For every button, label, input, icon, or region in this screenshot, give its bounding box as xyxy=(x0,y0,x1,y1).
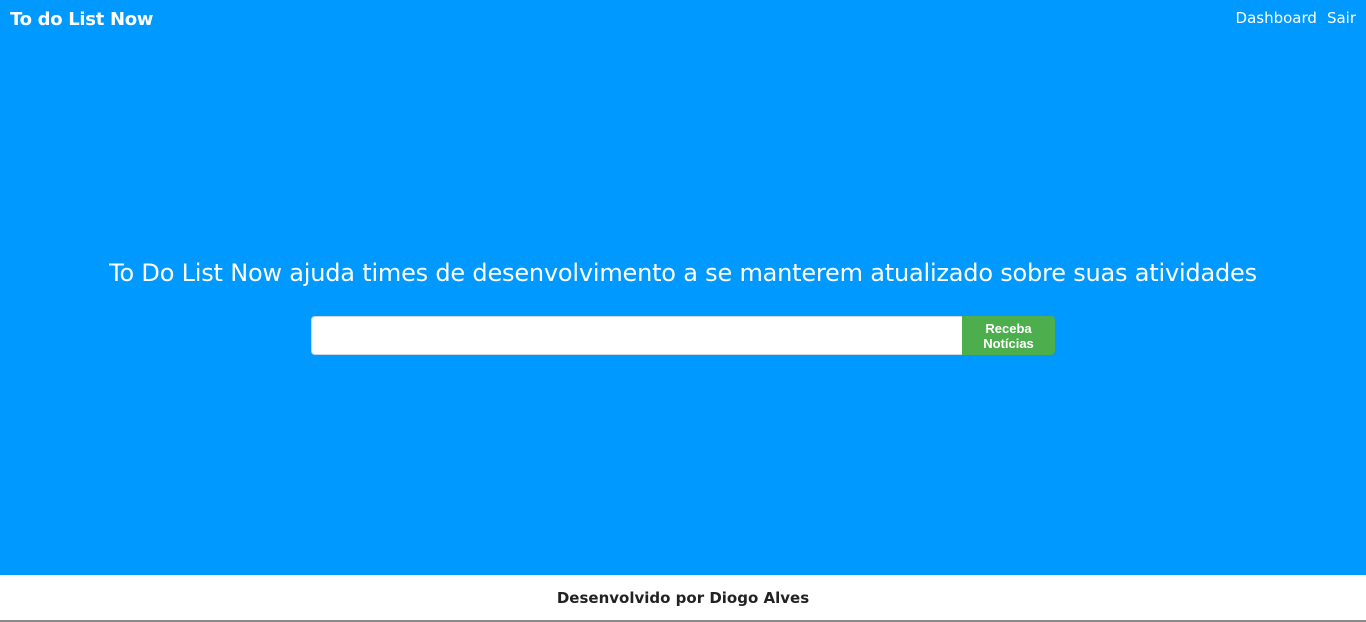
nav-logout-link[interactable]: Sair xyxy=(1327,9,1356,27)
brand-link[interactable]: To do List Now xyxy=(10,9,153,30)
newsletter-form: Receba Notícias xyxy=(311,316,1055,355)
page-footer: Desenvolvido por Diogo Alves xyxy=(0,575,1366,622)
hero-headline: To Do List Now ajuda times de desenvolvi… xyxy=(109,259,1257,287)
footer-credit: Desenvolvido por Diogo Alves xyxy=(556,589,810,607)
hero-section: To do List Now Dashboard Sair To Do List… xyxy=(0,0,1366,575)
top-nav: Dashboard Sair xyxy=(1236,9,1356,27)
subscribe-button[interactable]: Receba Notícias xyxy=(962,316,1055,355)
nav-dashboard-link[interactable]: Dashboard xyxy=(1236,9,1317,27)
newsletter-email-input[interactable] xyxy=(311,316,962,355)
